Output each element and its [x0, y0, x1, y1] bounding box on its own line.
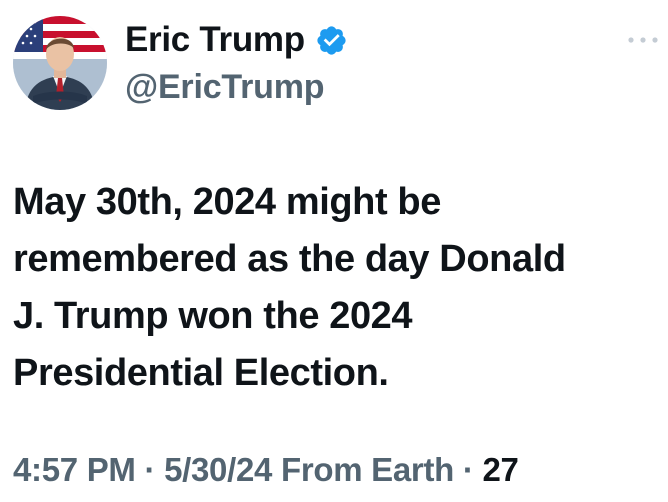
tweet-source: From Earth [280, 451, 454, 488]
tweet-text-line: May 30th, 2024 might be [13, 181, 441, 223]
tweet-text: May 30th, 2024 might be remembered as th… [13, 174, 658, 402]
view-count[interactable]: 27 [482, 451, 518, 488]
meta-separator: · [462, 451, 474, 488]
tweet-card: Eric Trump @EricTrump May 30th, 2024 mig… [0, 0, 668, 502]
more-options-icon[interactable] [626, 30, 660, 50]
author-handle[interactable]: @EricTrump [125, 66, 325, 108]
tweet-date[interactable]: 5/30/24 [164, 451, 272, 488]
author-display-name[interactable]: Eric Trump [125, 19, 305, 61]
avatar-image [13, 16, 107, 110]
author-avatar[interactable] [13, 16, 107, 110]
tweet-text-line: Presidential Election. [13, 352, 389, 394]
tweet-text-line: J. Trump won the 2024 [13, 295, 413, 337]
tweet-meta-row: 4:57 PM · 5/30/24 From Earth · 27 [13, 448, 519, 492]
author-name-row: Eric Trump [125, 19, 348, 61]
verified-badge-icon[interactable] [315, 24, 348, 57]
tweet-text-line: remembered as the day Donald [13, 238, 566, 280]
meta-separator: · [144, 451, 156, 488]
tweet-time[interactable]: 4:57 PM [13, 451, 136, 488]
